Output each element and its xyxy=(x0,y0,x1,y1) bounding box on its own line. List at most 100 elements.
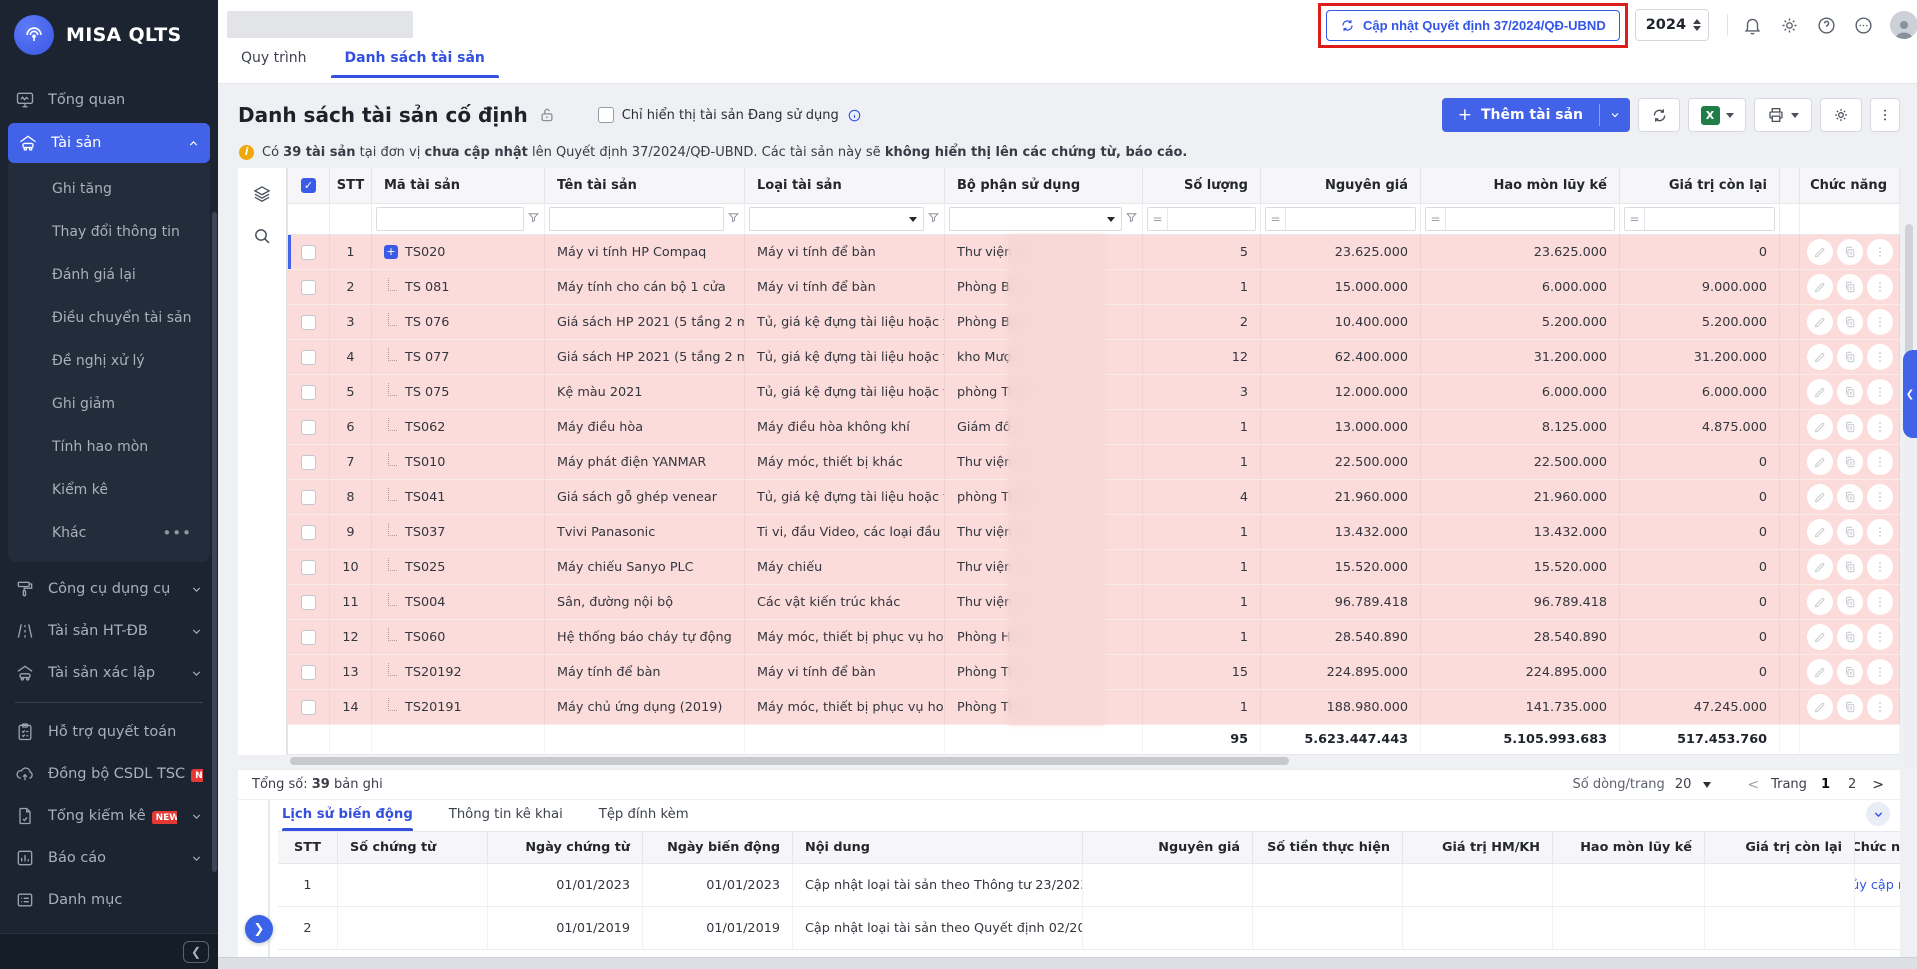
dcol-stt[interactable]: STT xyxy=(278,832,338,863)
sidebar-scrollbar[interactable] xyxy=(212,212,217,872)
row-more-button[interactable] xyxy=(1866,414,1893,440)
detail-row[interactable]: 1 01/01/2023 01/01/2023 Cập nhật loại tài s… xyxy=(278,864,1900,907)
col-nguyen-gia[interactable]: Nguyên giá xyxy=(1261,168,1421,203)
tab-tep-dinh-kem[interactable]: Tệp đính kèm xyxy=(599,807,689,831)
sidebar-tool[interactable]: Đồng bộ CSDL TSCNEW xyxy=(0,753,218,795)
edit-button[interactable] xyxy=(1806,344,1833,370)
equals-operator[interactable]: = xyxy=(1426,208,1446,230)
dcol-so-tien-thuc-hien[interactable]: Số tiền thực hiện xyxy=(1253,832,1403,863)
sidebar-subitem[interactable]: Thay đổi thông tin xyxy=(8,210,210,253)
copy-button[interactable] xyxy=(1836,589,1863,615)
tab-thong-tin-ke-khai[interactable]: Thông tin kê khai xyxy=(449,807,563,831)
expand-panel-button[interactable]: ❯ xyxy=(245,915,273,943)
info-icon[interactable] xyxy=(847,108,862,123)
col-ma-tai-san[interactable]: Mã tài sản xyxy=(372,168,545,203)
filter-number-input[interactable]: = xyxy=(1624,207,1775,231)
refresh-button[interactable] xyxy=(1638,98,1680,132)
filter-funnel-icon[interactable] xyxy=(1125,211,1138,228)
row-checkbox[interactable] xyxy=(301,244,316,260)
copy-button[interactable] xyxy=(1836,239,1863,265)
row-checkbox[interactable] xyxy=(301,699,316,715)
sidebar-tool[interactable]: Tổng kiểm kê NEW xyxy=(0,795,218,837)
col-hao-mon-luy-ke[interactable]: Hao mòn lũy kế xyxy=(1421,168,1620,203)
help-icon[interactable] xyxy=(1816,15,1837,36)
dcol-ngay-bien-dong[interactable]: Ngày biến động xyxy=(643,832,793,863)
copy-button[interactable] xyxy=(1836,379,1863,405)
sidebar-item-tong-quan[interactable]: Tổng quan xyxy=(0,79,218,121)
layers-icon[interactable] xyxy=(252,184,272,204)
page-1-button[interactable]: 1 xyxy=(1817,777,1834,792)
sidebar-subitem[interactable]: Kiểm kê xyxy=(8,468,210,511)
sidebar-subitem[interactable]: Ghi tăng xyxy=(8,167,210,210)
rows-per-page-dropdown-icon[interactable] xyxy=(1703,781,1712,788)
filter-active-assets-checkbox[interactable] xyxy=(597,107,614,123)
detail-collapse-button[interactable] xyxy=(1866,802,1890,826)
sidebar-subitem[interactable]: Khác ••• xyxy=(8,511,210,554)
equals-operator[interactable]: = xyxy=(1148,208,1168,230)
update-decision-button[interactable]: Cập nhật Quyết định 37/2024/QĐ-UBND xyxy=(1326,9,1620,41)
sidebar-subitem[interactable]: Điều chuyển tài sản xyxy=(8,296,210,339)
sidebar-group[interactable]: Tài sản HT-ĐB xyxy=(0,610,218,652)
copy-button[interactable] xyxy=(1836,659,1863,685)
equals-operator[interactable]: = xyxy=(1625,208,1645,230)
notification-bell-icon[interactable] xyxy=(1742,15,1763,36)
col-gia-tri-con-lai[interactable]: Giá trị còn lại xyxy=(1620,168,1780,203)
edit-button[interactable] xyxy=(1806,309,1833,335)
row-more-button[interactable] xyxy=(1866,554,1893,580)
edit-button[interactable] xyxy=(1806,274,1833,300)
more-options-icon[interactable] xyxy=(1853,15,1874,36)
row-checkbox[interactable] xyxy=(301,559,316,575)
dcol-nguyen-gia[interactable]: Nguyên giá xyxy=(1083,832,1253,863)
dcol-chuc-nang[interactable]: Chức năng xyxy=(1855,832,1900,863)
row-more-button[interactable] xyxy=(1866,659,1893,685)
horizontal-scrollbar[interactable] xyxy=(288,755,1900,767)
detail-row[interactable]: 2 01/01/2019 01/01/2019 Cập nhật loại tài s… xyxy=(278,907,1900,950)
equals-operator[interactable]: = xyxy=(1266,208,1286,230)
row-checkbox[interactable] xyxy=(301,384,316,400)
col-so-luong[interactable]: Số lượng xyxy=(1143,168,1261,203)
copy-button[interactable] xyxy=(1836,624,1863,650)
filter-input[interactable] xyxy=(376,207,524,231)
dcol-so-chung-tu[interactable]: Số chứng từ xyxy=(338,832,488,863)
copy-button[interactable] xyxy=(1836,554,1863,580)
copy-button[interactable] xyxy=(1836,414,1863,440)
filter-number-input[interactable]: = xyxy=(1425,207,1615,231)
filter-input[interactable] xyxy=(549,207,724,231)
row-checkbox[interactable] xyxy=(301,489,316,505)
col-bo-phan-su-dung[interactable]: Bộ phận sử dụng xyxy=(945,168,1143,203)
window-horizontal-scrollbar[interactable] xyxy=(218,957,1917,969)
user-avatar[interactable] xyxy=(1890,11,1917,39)
tab-quy-trinh[interactable]: Quy trình xyxy=(241,50,307,78)
edit-button[interactable] xyxy=(1806,694,1833,720)
col-stt[interactable]: STT xyxy=(330,168,372,203)
side-panel-toggle[interactable]: ❮ xyxy=(1903,350,1917,438)
dcol-noi-dung[interactable]: Nội dung xyxy=(793,832,1083,863)
tab-lich-su-bien-dong[interactable]: Lịch sử biến động xyxy=(282,807,413,831)
row-checkbox[interactable] xyxy=(301,454,316,470)
row-checkbox[interactable] xyxy=(301,279,316,295)
vertical-scrollbar[interactable] xyxy=(1905,224,1913,769)
next-page-button[interactable]: > xyxy=(1870,777,1886,793)
filter-select[interactable] xyxy=(949,207,1122,231)
cancel-update-link[interactable]: Hủy cập nhật xyxy=(1855,878,1900,893)
row-more-button[interactable] xyxy=(1866,449,1893,475)
row-more-button[interactable] xyxy=(1866,694,1893,720)
sidebar-subitem[interactable]: Đề nghị xử lý xyxy=(8,339,210,382)
sidebar-group[interactable]: Công cụ dụng cụ xyxy=(0,568,218,610)
edit-button[interactable] xyxy=(1806,554,1833,580)
edit-button[interactable] xyxy=(1806,589,1833,615)
row-more-button[interactable] xyxy=(1866,344,1893,370)
dcol-gia-tri-con-lai[interactable]: Giá trị còn lại xyxy=(1705,832,1855,863)
filter-funnel-icon[interactable] xyxy=(927,211,940,228)
copy-button[interactable] xyxy=(1836,309,1863,335)
edit-button[interactable] xyxy=(1806,379,1833,405)
row-more-button[interactable] xyxy=(1866,379,1893,405)
table-settings-button[interactable] xyxy=(1820,98,1862,132)
edit-button[interactable] xyxy=(1806,239,1833,265)
row-more-button[interactable] xyxy=(1866,239,1893,265)
sidebar-tool[interactable]: Báo cáo xyxy=(0,837,218,879)
filter-number-input[interactable]: = xyxy=(1265,207,1416,231)
sidebar-tool[interactable]: Danh mục xyxy=(0,879,218,921)
sidebar-item-tai-san[interactable]: Tài sản xyxy=(8,123,210,163)
copy-button[interactable] xyxy=(1836,484,1863,510)
